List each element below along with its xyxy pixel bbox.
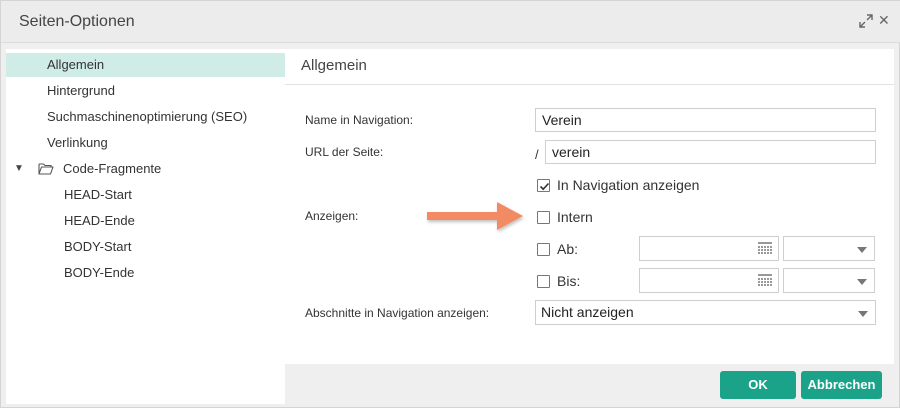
calendar-icon[interactable] <box>758 242 772 255</box>
cancel-button[interactable]: Abbrechen <box>801 371 882 399</box>
sections-in-navigation-select[interactable]: Nicht anzeigen <box>535 300 876 325</box>
url-label: URL der Seite: <box>305 145 384 159</box>
ab-label: Ab: <box>557 241 579 257</box>
intern-checkbox[interactable]: Intern <box>537 209 637 227</box>
options-content-panel: Allgemein Name in Navigation: Verein URL… <box>285 49 894 364</box>
sidebar-item-label: BODY-Start <box>64 239 132 254</box>
calendar-icon[interactable] <box>758 274 772 287</box>
sidebar-item-label: Allgemein <box>47 57 105 72</box>
options-sidebar: Allgemein Hintergrund Suchmaschinenoptim… <box>6 49 285 404</box>
name-in-navigation-label: Name in Navigation: <box>305 113 414 127</box>
close-icon[interactable]: ✕ <box>878 12 890 28</box>
checkbox-unchecked-icon[interactable] <box>537 275 550 288</box>
sidebar-item-label: HEAD-Ende <box>64 213 135 228</box>
bis-label: Bis: <box>557 273 581 289</box>
intern-label: Intern <box>557 209 593 225</box>
chevron-down-icon <box>857 247 867 253</box>
expand-icon[interactable] <box>859 14 873 28</box>
url-input[interactable]: verein <box>545 140 876 164</box>
sidebar-item-head-ende[interactable]: HEAD-Ende <box>6 209 285 233</box>
sidebar-item-seo[interactable]: Suchmaschinenoptimierung (SEO) <box>6 105 285 129</box>
bis-time-select[interactable] <box>783 268 875 293</box>
sidebar-item-label: Verlinkung <box>47 135 108 150</box>
dialog-title: Seiten-Optionen <box>19 13 135 30</box>
sidebar-item-body-start[interactable]: BODY-Start <box>6 235 285 259</box>
sidebar-item-code-fragmente[interactable]: ▼ Code-Fragmente <box>6 157 285 181</box>
folder-open-icon <box>38 163 54 175</box>
dialog-titlebar: Seiten-Optionen ✕ <box>1 1 900 43</box>
bis-date-input[interactable] <box>639 268 779 293</box>
checkbox-unchecked-icon[interactable] <box>537 243 550 256</box>
seiten-optionen-dialog: Seiten-Optionen ✕ Allgemein Hintergrund … <box>0 0 900 408</box>
chevron-down-icon <box>858 311 868 317</box>
show-in-navigation-label: In Navigation anzeigen <box>557 177 700 193</box>
sidebar-item-label: Suchmaschinenoptimierung (SEO) <box>47 109 248 124</box>
show-in-navigation-checkbox[interactable]: In Navigation anzeigen <box>537 177 737 195</box>
ab-date-input[interactable] <box>639 236 779 261</box>
section-title: Allgemein <box>301 57 367 74</box>
sidebar-item-body-ende[interactable]: BODY-Ende <box>6 261 285 285</box>
sidebar-item-label: HEAD-Start <box>64 187 132 202</box>
checkbox-unchecked-icon[interactable] <box>537 211 550 224</box>
chevron-down-icon <box>857 279 867 285</box>
bis-checkbox[interactable]: Bis: <box>537 273 597 291</box>
sidebar-item-label: Hintergrund <box>47 83 115 98</box>
sidebar-item-head-start[interactable]: HEAD-Start <box>6 183 285 207</box>
tree-expand-toggle-icon[interactable]: ▼ <box>14 157 24 181</box>
anzeigen-label: Anzeigen: <box>305 209 359 223</box>
sidebar-item-hintergrund[interactable]: Hintergrund <box>6 79 285 103</box>
ab-time-select[interactable] <box>783 236 875 261</box>
content-header: Allgemein <box>285 49 894 85</box>
url-prefix: / <box>535 147 539 162</box>
ok-button[interactable]: OK <box>720 371 796 399</box>
name-in-navigation-input[interactable]: Verein <box>535 108 876 132</box>
sidebar-item-label: BODY-Ende <box>64 265 135 280</box>
sidebar-item-label: Code-Fragmente <box>63 161 162 176</box>
sidebar-item-allgemein[interactable]: Allgemein <box>6 53 285 77</box>
ab-checkbox[interactable]: Ab: <box>537 241 597 259</box>
sections-in-navigation-value: Nicht anzeigen <box>541 304 634 320</box>
checkbox-checked-icon[interactable] <box>537 179 550 192</box>
sidebar-item-verlinkung[interactable]: Verlinkung <box>6 131 285 155</box>
annotation-arrow-icon <box>427 202 523 230</box>
sections-in-navigation-label: Abschnitte in Navigation anzeigen: <box>305 306 490 320</box>
